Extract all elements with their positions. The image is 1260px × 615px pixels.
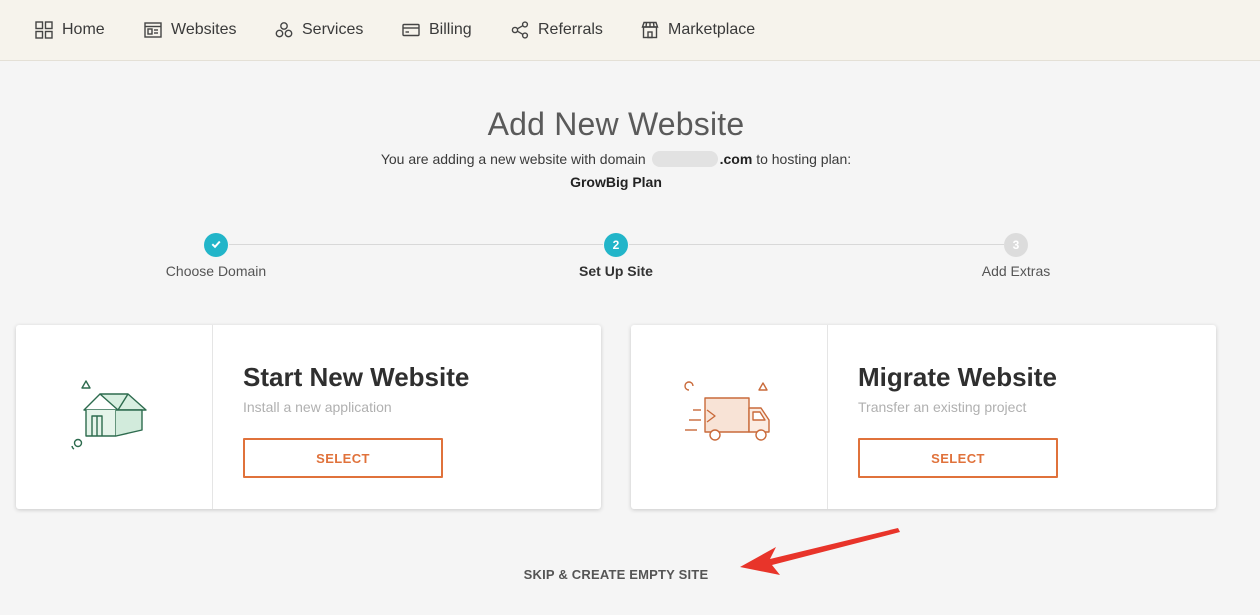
- card-description: Transfer an existing project: [858, 399, 1027, 415]
- nav-label: Websites: [171, 21, 237, 38]
- nav-label: Marketplace: [668, 21, 756, 38]
- truck-icon: [679, 380, 779, 455]
- select-start-new-website-button[interactable]: SELECT: [243, 438, 443, 478]
- house-icon: [64, 370, 164, 465]
- nav-label: Services: [302, 21, 364, 38]
- subtitle-text: You are adding a new website with domain: [380, 151, 646, 167]
- select-migrate-website-button[interactable]: SELECT: [858, 438, 1058, 478]
- skip-create-empty-site-link[interactable]: SKIP & CREATE EMPTY SITE: [0, 567, 1232, 582]
- nav-label: Referrals: [538, 21, 603, 38]
- card-illustration: [16, 325, 213, 509]
- nav-item-marketplace[interactable]: Marketplace: [641, 18, 755, 42]
- websites-icon: [144, 21, 162, 39]
- card-illustration: [631, 325, 828, 509]
- grid-icon: [35, 21, 53, 39]
- domain-redacted: [651, 151, 718, 167]
- domain-suffix: .com: [719, 151, 753, 167]
- nav-item-websites[interactable]: Websites: [144, 18, 237, 42]
- stepper-line: [629, 244, 1004, 245]
- check-icon: [210, 238, 222, 253]
- nav-item-referrals[interactable]: Referrals: [511, 18, 603, 42]
- step-label-set-up-site: Set Up Site: [579, 263, 653, 279]
- subtitle-text-after: to hosting plan:: [756, 151, 852, 167]
- nav-label: Home: [62, 21, 105, 38]
- start-new-website-card: Start New Website Install a new applicat…: [16, 325, 601, 509]
- step-label-add-extras: Add Extras: [981, 263, 1051, 279]
- share-icon: [511, 21, 529, 39]
- page-subtitle: You are adding a new website with domain…: [0, 151, 1232, 167]
- stepper-line: [229, 244, 603, 245]
- step-number: 3: [1012, 238, 1020, 252]
- services-icon: [275, 21, 293, 39]
- nav-label: Billing: [429, 21, 472, 38]
- store-icon: [641, 21, 659, 39]
- card-title: Start New Website: [243, 362, 470, 392]
- credit-card-icon: [402, 21, 420, 39]
- step-3-pending: 3: [1004, 233, 1028, 257]
- step-number: 2: [612, 238, 620, 252]
- annotation-arrow: [740, 528, 900, 575]
- step-label-choose-domain: Choose Domain: [165, 263, 267, 279]
- plan-name: GrowBig Plan: [570, 174, 662, 190]
- card-description: Install a new application: [243, 399, 392, 415]
- step-2-active: 2: [604, 233, 628, 257]
- migrate-website-card: Migrate Website Transfer an existing pro…: [631, 325, 1216, 509]
- page-title: Add New Website: [487, 106, 745, 142]
- top-nav: Home Websites Services Billing Referrals…: [0, 0, 1260, 61]
- step-1-complete: [204, 233, 228, 257]
- card-title: Migrate Website: [858, 362, 1057, 392]
- nav-item-billing[interactable]: Billing: [402, 18, 472, 42]
- nav-item-home[interactable]: Home: [35, 18, 105, 42]
- nav-item-services[interactable]: Services: [275, 18, 363, 42]
